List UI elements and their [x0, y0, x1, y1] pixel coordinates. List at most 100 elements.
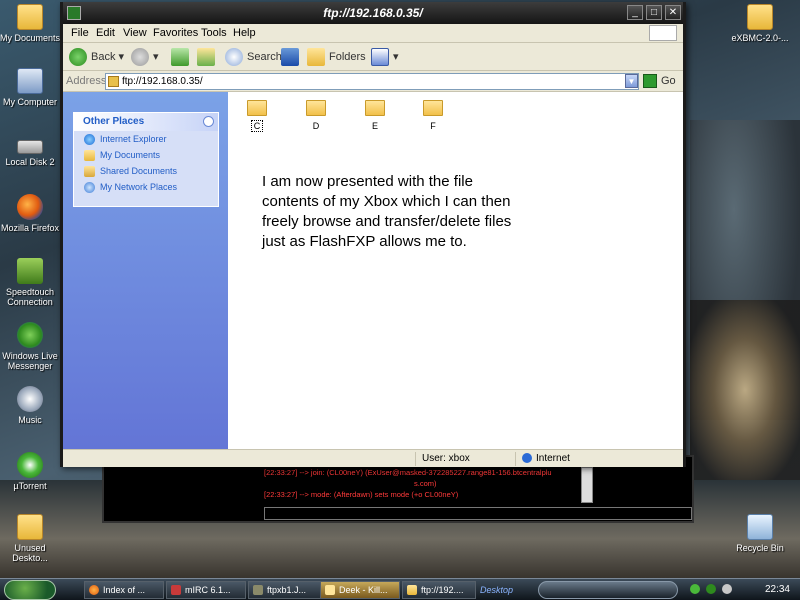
link-internet-explorer[interactable]: Internet Explorer: [74, 132, 218, 147]
link-my-documents[interactable]: My Documents: [74, 148, 218, 163]
desktop-toolbar[interactable]: Desktop: [480, 582, 534, 598]
link-shared-documents[interactable]: Shared Documents: [74, 164, 218, 179]
media-icon: [325, 585, 335, 595]
back-arrow-icon: [69, 48, 87, 67]
address-bar: Address ftp://192.168.0.35/ ▼ Go: [63, 71, 683, 92]
address-label: Address: [66, 75, 107, 87]
other-places-panel: Other Places Internet Explorer My Docume…: [73, 112, 219, 207]
media-player-controls[interactable]: [538, 581, 678, 599]
menu-favorites[interactable]: Favorites: [153, 27, 198, 39]
messenger-icon: [17, 322, 43, 348]
undo-icon: [281, 48, 299, 67]
desktop-icon-messenger[interactable]: Windows Live Messenger: [0, 322, 62, 371]
desktop-icon-xbmc[interactable]: eXBMC-2.0-...: [728, 4, 792, 43]
desktop-icon-speedtouch[interactable]: Speedtouch Connection: [0, 258, 62, 307]
ftp-explorer-window[interactable]: ftp://192.168.0.35/ _ □ ✕ File Edit View…: [60, 2, 686, 467]
tray-utorrent-icon[interactable]: [690, 584, 700, 595]
mirc-chat-log: [22:33:27] --> join: (CL00neY) (ExUser@m…: [264, 468, 552, 499]
desktop-icon-music[interactable]: Music: [0, 386, 62, 425]
search-button[interactable]: Search: [225, 48, 282, 67]
address-input[interactable]: ftp://192.168.0.35/: [105, 73, 639, 90]
disk-icon: [17, 140, 43, 154]
back-button[interactable]: Back ▾: [69, 48, 124, 67]
start-button[interactable]: [4, 580, 56, 600]
taskbar: Index of ... mIRC 6.1... ftpxb1.J... Dee…: [0, 578, 800, 600]
menu-tools[interactable]: Tools: [201, 27, 227, 39]
views-button[interactable]: ▾: [371, 48, 399, 67]
address-dropdown-button[interactable]: ▼: [625, 74, 638, 88]
desktop-icon-unused-shortcuts[interactable]: Unused Deskto...: [0, 514, 62, 563]
menu-help[interactable]: Help: [233, 27, 256, 39]
music-icon: [17, 386, 43, 412]
desktop-icon-firefox[interactable]: Mozilla Firefox: [0, 194, 62, 233]
forward-arrow-icon: [131, 48, 149, 67]
menu-file[interactable]: File: [71, 27, 89, 39]
desktop-icon-my-documents[interactable]: My Documents: [0, 4, 62, 43]
desktop-icon-recycle-bin[interactable]: Recycle Bin: [728, 514, 792, 553]
firefox-icon: [17, 194, 43, 220]
menu-bar: File Edit View Favorites Tools Help: [63, 24, 683, 43]
my-documents-icon: [84, 150, 95, 161]
taskbar-item-ftp[interactable]: ftp://192....: [402, 581, 476, 599]
refresh-button[interactable]: [171, 48, 193, 67]
maximize-button[interactable]: □: [646, 5, 662, 20]
task-pane: Other Places Internet Explorer My Docume…: [63, 92, 228, 449]
menu-edit[interactable]: Edit: [96, 27, 115, 39]
folders-icon: [307, 48, 325, 67]
folder-icon: [306, 100, 326, 116]
status-user: User: xbox: [415, 452, 515, 466]
menu-view[interactable]: View: [123, 27, 147, 39]
wallpaper-armor: [690, 300, 800, 480]
mirc-scrollbar[interactable]: [581, 467, 593, 503]
taskbar-item-firefox[interactable]: Index of ...: [84, 581, 164, 599]
shared-documents-icon: [84, 166, 95, 177]
folder-icon: [423, 100, 443, 116]
folder-icon: [407, 585, 417, 595]
link-my-network-places[interactable]: My Network Places: [74, 180, 218, 195]
status-zone: Internet: [515, 452, 683, 466]
internet-zone-icon: [522, 453, 532, 464]
other-places-header[interactable]: Other Places: [74, 113, 218, 131]
window-body: Other Places Internet Explorer My Docume…: [63, 92, 683, 449]
go-arrow-icon: [643, 74, 657, 89]
taskbar-item-mirc[interactable]: mIRC 6.1...: [166, 581, 246, 599]
go-button[interactable]: Go: [643, 73, 685, 90]
ftp-folder-icon: [108, 76, 119, 87]
computer-icon: [17, 68, 43, 94]
folder-item-e[interactable]: E: [360, 100, 390, 132]
folders-button[interactable]: Folders: [307, 48, 366, 67]
search-icon: [225, 48, 243, 67]
system-tray: 22:34: [690, 581, 798, 599]
folder-item-f[interactable]: F: [418, 100, 448, 132]
internet-explorer-icon: [84, 134, 95, 145]
recycle-bin-icon: [747, 514, 773, 540]
minimize-button[interactable]: _: [627, 5, 643, 20]
folder-icon: [17, 4, 43, 30]
forward-button[interactable]: ▾: [131, 48, 159, 67]
folder-icon: [17, 514, 43, 540]
taskbar-item-media[interactable]: Deek - Kill...: [320, 581, 400, 599]
status-bar: User: xbox Internet: [63, 449, 683, 467]
mirc-input[interactable]: [264, 507, 692, 520]
desktop-icon-my-computer[interactable]: My Computer: [0, 68, 62, 107]
toolbar: Back ▾ ▾ Search Folders ▾: [63, 43, 683, 71]
file-list[interactable]: C D E F I am now presented with the file…: [228, 92, 683, 449]
desktop-icon-local-disk[interactable]: Local Disk 2: [0, 132, 62, 167]
folder-item-c[interactable]: C: [242, 100, 272, 132]
taskbar-item-image[interactable]: ftpxb1.J...: [248, 581, 328, 599]
refresh-icon: [171, 48, 189, 67]
folder-item-d[interactable]: D: [301, 100, 331, 132]
views-icon: [371, 48, 389, 67]
desktop-icon-utorrent[interactable]: µTorrent: [0, 452, 62, 491]
up-folder-button[interactable]: [197, 48, 219, 67]
utorrent-icon: [17, 452, 43, 478]
mirc-icon: [171, 585, 181, 595]
undo-button[interactable]: [281, 48, 303, 67]
close-button[interactable]: ✕: [665, 5, 681, 20]
tray-volume-icon[interactable]: [721, 584, 732, 595]
tray-messenger-icon[interactable]: [705, 584, 716, 595]
title-bar[interactable]: ftp://192.168.0.35/ _ □ ✕: [63, 2, 683, 24]
windows-logo-icon: [649, 25, 677, 41]
collapse-icon[interactable]: [203, 116, 214, 127]
clock[interactable]: 22:34: [765, 581, 790, 599]
